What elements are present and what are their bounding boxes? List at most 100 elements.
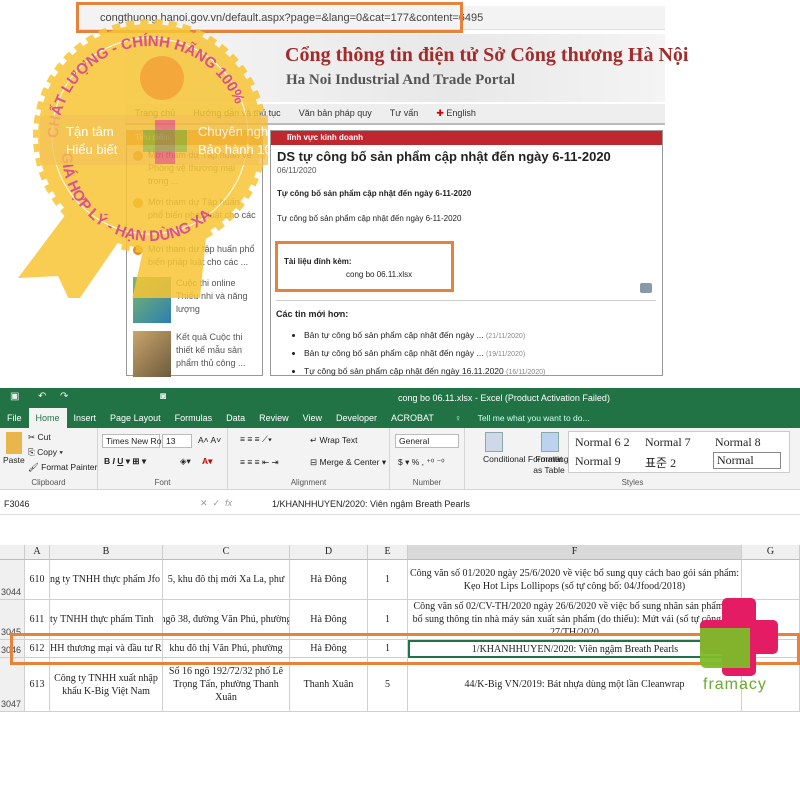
font-name-select[interactable]: Times New Ro [102,434,161,448]
cell-c[interactable]: khu đô thị Văn Phú, phường [163,640,290,658]
style-item[interactable]: Normal 8 [715,435,761,450]
tell-me-search[interactable]: ♀ Tell me what you want to do... [441,408,604,428]
news-link[interactable]: Bản tự công bố sản phẩm cập nhật đến ngà… [304,327,656,345]
column-header-a[interactable]: A [25,545,50,560]
camera-icon[interactable]: ◙ [160,391,166,402]
cell-b[interactable]: Công ty TNHH xuất nhập khẩu K-Big Việt N… [50,658,163,712]
cut-button[interactable]: ✂ Cut [28,432,51,443]
cell-a[interactable]: 613 [25,658,50,712]
tab-home[interactable]: Home [28,408,67,428]
attachment-link[interactable]: cong bo 06.11.xlsx [346,270,445,279]
format-as-table-button[interactable]: Format as Table [531,454,567,476]
cell-d[interactable]: Hà Đông [290,560,368,600]
attachment-label: Tài liệu đính kèm: [284,257,352,266]
sidebar-item[interactable]: Mời tham dự Tập huấn về Phòng vệ thương … [127,145,262,192]
style-item[interactable]: Normal 9 [575,454,621,469]
cell-f[interactable]: Công văn số 02/CV-TH/2020 ngày 26/6/2020… [408,600,742,640]
cancel-enter-fx-icons[interactable]: ✕ ✓ fx [200,498,232,509]
column-header-f[interactable]: F [408,545,742,560]
news-link[interactable]: Bản tự công bố sản phẩm cập nhật đến ngà… [304,345,656,363]
row-header[interactable]: 3045 [0,600,25,640]
spreadsheet-grid[interactable]: A B C D E F G 3044 610 ng ty TNHH thực phẩm Jfo 5,… [0,545,800,715]
tab-page-layout[interactable]: Page Layout [103,408,168,428]
style-item[interactable]: 표준 2 [645,454,676,471]
cell-e[interactable]: 1 [368,600,408,640]
news-link[interactable]: Tự công bố sản phẩm cập nhật đến ngày 16… [304,363,656,381]
style-item[interactable]: Normal 6 2 [575,435,630,450]
cell-f[interactable]: Công văn số 01/2020 ngày 25/6/2020 về vi… [408,560,742,600]
cell-f[interactable]: 1/KHANHHUYEN/2020: Viên ngậm Breath Pear… [408,640,742,658]
cell-e[interactable]: 1 [368,560,408,600]
cell-a[interactable]: 610 [25,560,50,600]
style-item-selected[interactable]: Normal [713,452,781,469]
undo-icon[interactable]: ↶ [38,391,46,402]
select-all-corner[interactable] [0,545,25,560]
cell-a[interactable]: 612 [25,640,50,658]
nav-guide[interactable]: Hướng dẫn và thủ tục [193,108,280,119]
cell-b[interactable]: HH thương mại và đầu tư R [50,640,163,658]
row-header[interactable]: 3044 [0,560,25,600]
bold-italic-underline-buttons[interactable]: B I U ▾ ⊞ ▾ [104,456,146,467]
cell-a[interactable]: 611 [25,600,50,640]
merge-center-button[interactable]: ⊟ Merge & Center ▾ [310,457,386,468]
sidebar-item[interactable]: Kết quả Cuộc thi thiết kế mẫu sản phẩm t… [127,327,262,381]
row-header[interactable]: 3047 [0,658,25,712]
align-icons[interactable]: ≡ ≡ ≡ ⇤ ⇥ [240,457,279,468]
cell-c[interactable]: ngõ 38, đường Văn Phú, phường [163,600,290,640]
cell-b[interactable]: ty TNHH thực phẩm Tinh [50,600,163,640]
cell-e[interactable]: 1 [368,640,408,658]
column-header-g[interactable]: G [742,545,800,560]
save-icon[interactable]: ▣ [10,391,19,402]
tab-data[interactable]: Data [219,408,252,428]
tab-developer[interactable]: Developer [329,408,384,428]
sidebar-item[interactable]: Mời tham dự Tập huấn phổ biến pháp luật … [127,192,262,239]
cell-c[interactable]: Số 16 ngõ 192/72/32 phố Lê Trọng Tấn, ph… [163,658,290,712]
formula-input[interactable]: 1/KHANHHUYEN/2020: Viên ngậm Breath Pear… [272,499,470,509]
font-color-icon[interactable]: A▾ [202,456,212,467]
nav-consult[interactable]: Tư vấn [390,108,419,119]
number-format-buttons[interactable]: $ ▾ % , ⁺⁰ ⁻⁰ [398,457,445,468]
column-header-d[interactable]: D [290,545,368,560]
sidebar-item[interactable]: Mời tham dự tập huấn phổ biến pháp luật … [127,239,262,273]
site-subtitle: Ha Noi Industrial And Trade Portal [286,72,516,88]
font-size-select[interactable]: 13 [162,434,192,448]
column-header-e[interactable]: E [368,545,408,560]
column-header-c[interactable]: C [163,545,290,560]
cell-d[interactable]: Thanh Xuân [290,658,368,712]
number-format-select[interactable]: General [395,434,459,448]
nav-english[interactable]: ✚ English [436,108,476,119]
paste-button[interactable]: Paste [3,455,25,465]
grow-shrink-font-icons[interactable]: A˄ A˅ [198,435,221,445]
cell-d[interactable]: Hà Đông [290,600,368,640]
printer-icon[interactable] [640,283,652,293]
tab-insert[interactable]: Insert [67,408,104,428]
cell-b[interactable]: ng ty TNHH thực phẩm Jfo [50,560,163,600]
name-box[interactable]: F3046 [4,499,164,509]
formula-bar: F3046 ✕ ✓ fx 1/KHANHHUYEN/2020: Viên ngậ… [0,495,800,515]
sidebar-item[interactable]: Cuộc thi online Thiếu nhi và năng lượng [127,273,262,327]
align-icons[interactable]: ≡ ≡ ≡ ⟋▾ [240,434,272,445]
tab-acrobat[interactable]: ACROBAT [384,408,441,428]
styles-gallery: Normal 6 2 Normal 7 Normal 8 Normal 9 표준… [568,431,790,473]
wrap-text-button[interactable]: ↵ Wrap Text [310,435,357,446]
nav-home[interactable]: Trang chủ [135,108,175,119]
tab-file[interactable]: File [0,408,29,428]
paste-icon[interactable] [6,432,22,454]
cell-f[interactable]: 44/K-Big VN/2019: Bát nhựa dùng một lần … [408,658,742,712]
copy-button[interactable]: ⎘ Copy ▾ [28,447,63,458]
column-header-b[interactable]: B [50,545,163,560]
row-header[interactable]: 3046 [0,640,25,658]
tab-review[interactable]: Review [252,408,296,428]
tab-formulas[interactable]: Formulas [168,408,220,428]
cell-e[interactable]: 5 [368,658,408,712]
tab-view[interactable]: View [296,408,329,428]
style-item[interactable]: Normal 7 [645,435,691,450]
redo-icon[interactable]: ↷ [60,391,68,402]
cell-g[interactable] [742,560,800,600]
nav-legal[interactable]: Văn bản pháp quy [299,108,372,119]
lightbulb-icon: ♀ [454,413,464,423]
format-painter-button[interactable]: 🖌 Format Painter [28,462,97,473]
fill-color-icon[interactable]: ◈▾ [180,456,191,467]
cell-c[interactable]: 5, khu đô thị mới Xa La, phư [163,560,290,600]
cell-d[interactable]: Hà Đông [290,640,368,658]
